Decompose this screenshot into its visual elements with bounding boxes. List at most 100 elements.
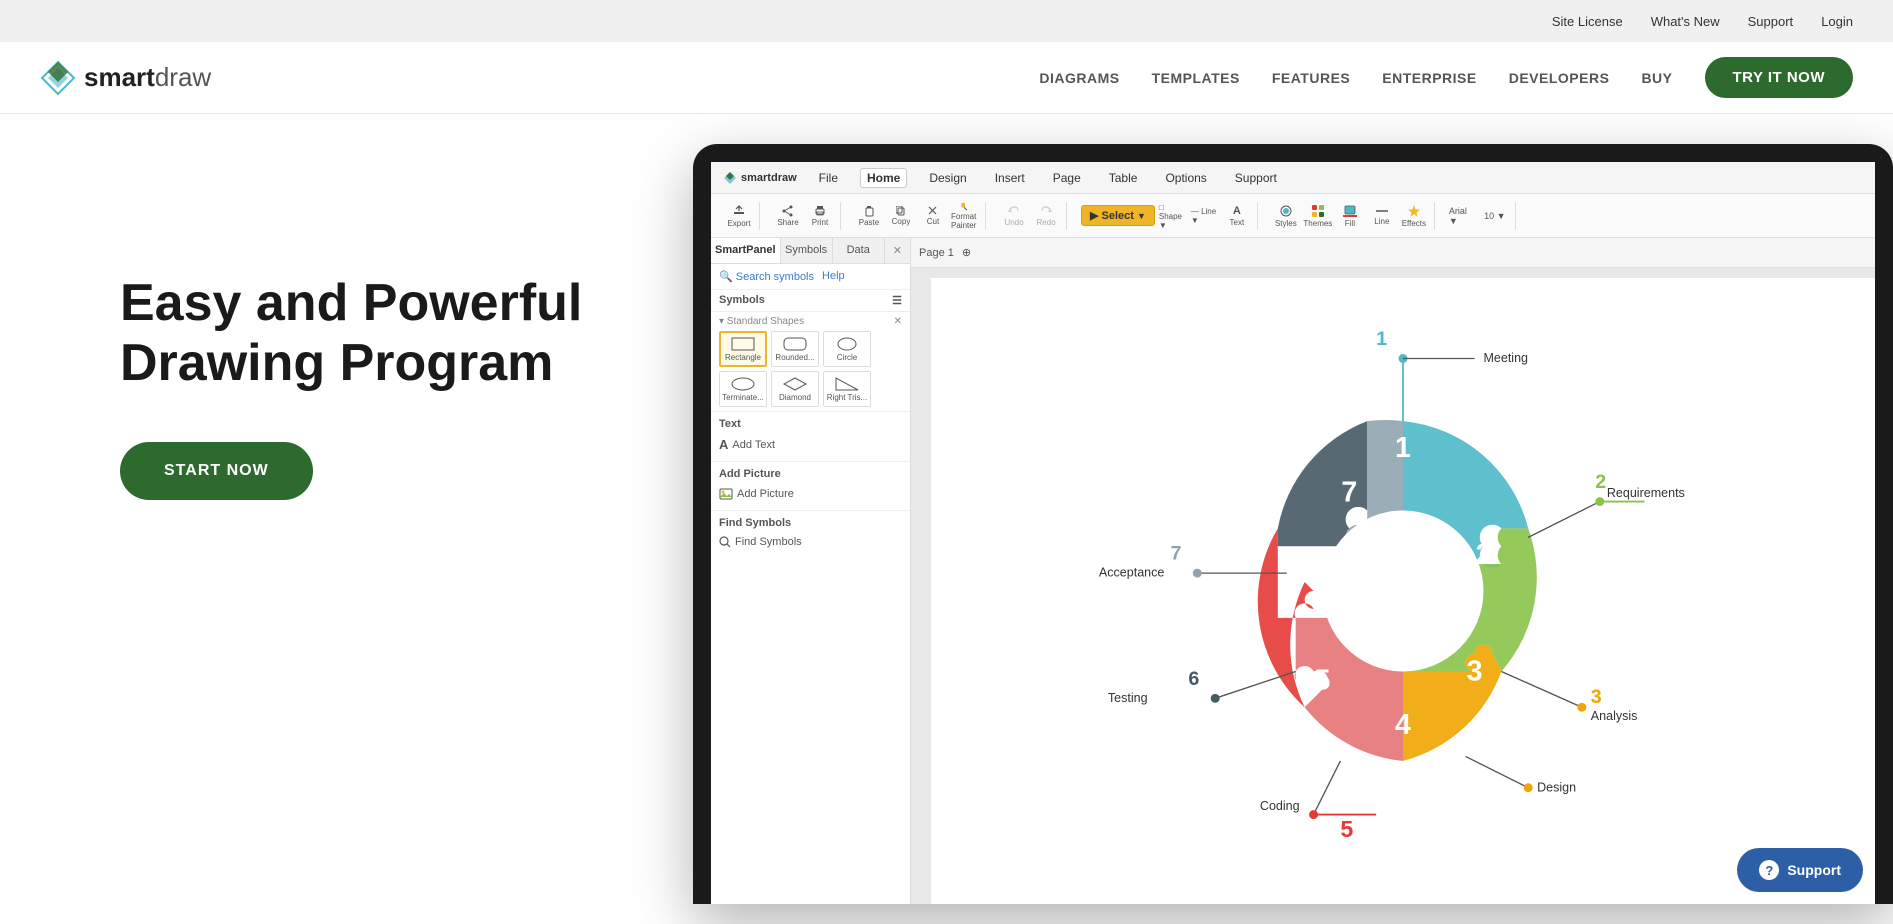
svg-text:1: 1 xyxy=(1376,328,1387,350)
login-link[interactable]: Login xyxy=(1821,14,1853,29)
app-logo-icon xyxy=(723,171,737,185)
styles-icon[interactable]: Styles xyxy=(1272,202,1300,230)
panel-tab-smartpanel[interactable]: SmartPanel xyxy=(711,238,781,263)
menu-table[interactable]: Table xyxy=(1103,169,1144,187)
nav-features[interactable]: FEATURES xyxy=(1272,70,1350,86)
app-mockup: smartdraw File Home Design Insert Page T… xyxy=(693,144,1893,924)
select-button[interactable]: ▶ Select ▼ xyxy=(1081,205,1155,226)
close-group-icon[interactable]: ✕ xyxy=(894,316,902,327)
menu-page[interactable]: Page xyxy=(1047,169,1087,187)
add-text-button[interactable]: A Add Text xyxy=(719,434,902,455)
logo-icon xyxy=(40,60,76,96)
whats-new-link[interactable]: What's New xyxy=(1651,14,1720,29)
support-link[interactable]: Support xyxy=(1748,14,1794,29)
svg-text:6: 6 xyxy=(1188,668,1199,690)
svg-text:6: 6 xyxy=(1297,548,1313,580)
text-icon[interactable]: A Text xyxy=(1223,202,1251,230)
panel-tabs: SmartPanel Symbols Data ✕ xyxy=(711,238,910,264)
site-license-link[interactable]: Site License xyxy=(1552,14,1623,29)
font-size-select[interactable]: 10 ▼ xyxy=(1481,202,1509,230)
svg-text:2: 2 xyxy=(1595,471,1606,493)
symbol-rounded[interactable]: Rounded... xyxy=(771,331,819,367)
symbol-diamond[interactable]: Diamond xyxy=(771,371,819,407)
add-picture-section-label: Add Picture xyxy=(719,468,902,480)
fill-icon[interactable]: Fill xyxy=(1336,202,1364,230)
try-it-now-button[interactable]: TRY IT NOW xyxy=(1705,57,1854,98)
nav-links: DIAGRAMS TEMPLATES FEATURES ENTERPRISE D… xyxy=(1039,57,1853,98)
nav-templates[interactable]: TEMPLATES xyxy=(1152,70,1240,86)
svg-text:4: 4 xyxy=(1395,709,1411,741)
toolbar-group-style: Styles Themes Fill xyxy=(1266,202,1435,230)
panel-tab-data[interactable]: Data xyxy=(833,238,885,263)
export-icon[interactable]: Export xyxy=(725,202,753,230)
menu-file[interactable]: File xyxy=(813,169,844,187)
svg-text:5: 5 xyxy=(1315,664,1331,696)
symbols-menu-icon[interactable]: ☰ xyxy=(892,294,902,307)
panel-close-button[interactable]: ✕ xyxy=(885,238,910,263)
symbol-rectangle[interactable]: Rectangle xyxy=(719,331,767,367)
menu-design[interactable]: Design xyxy=(923,169,972,187)
nav-developers[interactable]: DEVELOPERS xyxy=(1509,70,1610,86)
svg-text:Requirements: Requirements xyxy=(1607,486,1685,500)
themes-icon[interactable]: Themes xyxy=(1304,202,1332,230)
effects-icon[interactable]: Effects xyxy=(1400,202,1428,230)
search-symbols-link[interactable]: 🔍 Search symbols xyxy=(719,270,814,283)
help-link[interactable]: Help xyxy=(822,270,845,283)
undo-icon[interactable]: Undo xyxy=(1000,202,1028,230)
hero-left: Easy and Powerful Drawing Program START … xyxy=(0,114,680,580)
find-symbols-button[interactable]: Find Symbols xyxy=(719,533,902,551)
copy-icon[interactable]: Copy xyxy=(887,202,915,230)
support-button[interactable]: ? Support xyxy=(1737,848,1863,892)
menu-support[interactable]: Support xyxy=(1229,169,1283,187)
start-now-button[interactable]: START NOW xyxy=(120,442,313,500)
logo[interactable]: smartdraw xyxy=(40,60,211,96)
hero-section: Easy and Powerful Drawing Program START … xyxy=(0,114,1893,924)
text-section-label: Text xyxy=(719,418,902,430)
symbols-header: Symbols ☰ xyxy=(711,290,910,312)
symbol-terminate[interactable]: Terminate... xyxy=(719,371,767,407)
menu-options[interactable]: Options xyxy=(1159,169,1212,187)
svg-text:Analysis: Analysis xyxy=(1591,709,1638,723)
print-icon[interactable]: Print xyxy=(806,202,834,230)
svg-text:Acceptance: Acceptance xyxy=(1099,566,1164,580)
font-select[interactable]: Arial ▼ xyxy=(1449,202,1477,230)
line-icon[interactable]: — Line ▼ xyxy=(1191,202,1219,230)
add-page-icon[interactable]: ⊕ xyxy=(962,246,971,259)
symbol-circle[interactable]: Circle xyxy=(823,331,871,367)
main-nav: smartdraw DIAGRAMS TEMPLATES FEATURES EN… xyxy=(0,42,1893,114)
format-painter-icon[interactable]: Format Painter xyxy=(951,202,979,230)
symbol-right-triangle[interactable]: Right Tris... xyxy=(823,371,871,407)
symbol-group-standard: ▾ Standard Shapes ✕ Rectangle xyxy=(711,312,910,411)
redo-icon[interactable]: Redo xyxy=(1032,202,1060,230)
nav-diagrams[interactable]: DIAGRAMS xyxy=(1039,70,1119,86)
nav-enterprise[interactable]: ENTERPRISE xyxy=(1382,70,1476,86)
svg-text:Coding: Coding xyxy=(1260,799,1300,813)
hero-title: Easy and Powerful Drawing Program xyxy=(120,274,600,394)
svg-text:3: 3 xyxy=(1467,655,1483,687)
panel-section-picture: Add Picture Add Picture xyxy=(711,461,910,510)
toolbar-group-font: Arial ▼ 10 ▼ xyxy=(1443,202,1516,230)
share-icon[interactable]: Share xyxy=(774,202,802,230)
nav-buy[interactable]: BUY xyxy=(1641,70,1672,86)
svg-text:Design: Design xyxy=(1537,780,1576,794)
svg-text:Meeting: Meeting xyxy=(1483,351,1528,365)
logo-text: smartdraw xyxy=(84,62,211,93)
svg-text:7: 7 xyxy=(1170,543,1181,565)
search-symbols-bar: 🔍 Search symbols Help xyxy=(711,264,910,290)
panel-tab-symbols[interactable]: Symbols xyxy=(781,238,833,263)
svg-text:2: 2 xyxy=(1476,539,1492,571)
menu-insert[interactable]: Insert xyxy=(989,169,1031,187)
app-logo-text: smartdraw xyxy=(741,172,797,184)
line-style-icon[interactable]: Line xyxy=(1368,202,1396,230)
add-picture-button[interactable]: Add Picture xyxy=(719,484,902,504)
toolbar-group-select: ▶ Select ▼ □ Shape ▼ — Line ▼ xyxy=(1075,202,1258,230)
panel-section-find-symbols: Find Symbols Find Symbols xyxy=(711,510,910,557)
app-menubar: smartdraw File Home Design Insert Page T… xyxy=(711,162,1875,194)
cut-icon[interactable]: Cut xyxy=(919,202,947,230)
canvas-area: › Page 1 ⊕ xyxy=(911,238,1875,904)
app-body: SmartPanel Symbols Data ✕ 🔍 Search symbo… xyxy=(711,238,1875,904)
paste-icon[interactable]: Paste xyxy=(855,202,883,230)
shape-icon[interactable]: □ Shape ▼ xyxy=(1159,202,1187,230)
menu-home[interactable]: Home xyxy=(860,168,907,188)
app-logo: smartdraw xyxy=(723,171,797,185)
